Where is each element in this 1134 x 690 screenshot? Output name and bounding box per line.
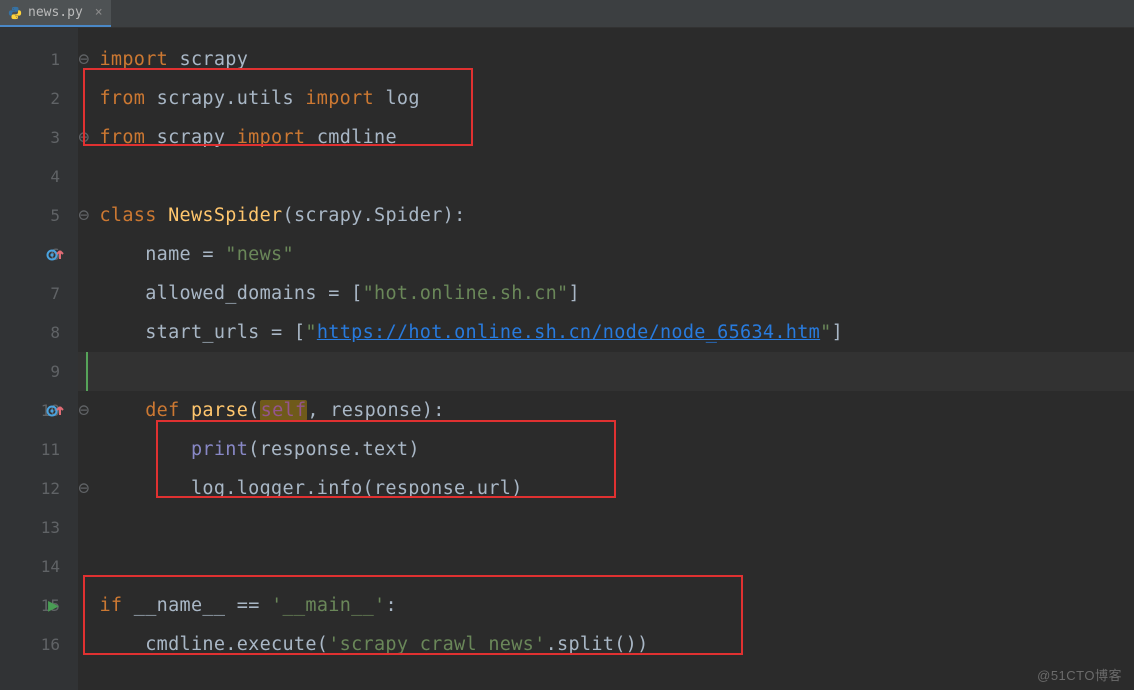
code-line-cursor[interactable] (78, 352, 1134, 391)
line-number[interactable]: 6 (0, 235, 78, 274)
fold-icon[interactable]: ⊖ (79, 406, 89, 416)
line-number[interactable]: 14 (0, 547, 78, 586)
line-number[interactable]: 3 (0, 118, 78, 157)
line-number[interactable]: 4 (0, 157, 78, 196)
code-line[interactable]: ⊖ import scrapy (78, 40, 1134, 79)
code-line[interactable]: allowed_domains = ["hot.online.sh.cn"] (78, 274, 1134, 313)
line-number[interactable]: ▶ 15 (0, 586, 78, 625)
line-number[interactable]: 1 (0, 40, 78, 79)
line-number[interactable]: 7 (0, 274, 78, 313)
fold-icon[interactable]: ⊖ (79, 211, 89, 221)
line-number[interactable]: 8 (0, 313, 78, 352)
code-line[interactable]: from scrapy.utils import log (78, 79, 1134, 118)
code-line[interactable]: ⊖ class NewsSpider(scrapy.Spider): (78, 196, 1134, 235)
fold-icon[interactable]: ⊖ (79, 484, 89, 494)
line-number[interactable]: 9 (0, 352, 78, 391)
code-line[interactable]: cmdline.execute('scrapy crawl news'.spli… (78, 625, 1134, 664)
code-line[interactable]: print(response.text) (78, 430, 1134, 469)
line-number[interactable]: 11 (0, 430, 78, 469)
override-marker-icon[interactable] (46, 248, 64, 262)
code-line[interactable] (78, 508, 1134, 547)
line-number[interactable]: 2 (0, 79, 78, 118)
override-marker-icon[interactable] (46, 404, 64, 418)
line-number[interactable]: 13 (0, 508, 78, 547)
code-line[interactable]: ⊖ from scrapy import cmdline (78, 118, 1134, 157)
line-number[interactable]: 10 (0, 391, 78, 430)
close-icon[interactable]: × (95, 5, 103, 20)
fold-icon[interactable]: ⊖ (79, 55, 89, 65)
tab-filename: news.py (28, 5, 83, 20)
code-editor: 1 2 3 4 5 6 7 8 9 10 11 12 13 14 ▶ 15 16 (0, 28, 1134, 690)
code-line[interactable]: name = "news" (78, 235, 1134, 274)
code-area[interactable]: ⊖ import scrapy from scrapy.utils import… (78, 28, 1134, 690)
code-line[interactable]: if __name__ == '__main__': (78, 586, 1134, 625)
code-line[interactable]: start_urls = ["https://hot.online.sh.cn/… (78, 313, 1134, 352)
watermark-text: @51CTO博客 (1037, 665, 1122, 684)
caret-icon (86, 352, 88, 391)
editor-tab[interactable]: news.py × (0, 0, 111, 27)
fold-icon[interactable]: ⊖ (79, 133, 89, 143)
python-file-icon (8, 6, 22, 20)
line-number[interactable]: 12 (0, 469, 78, 508)
line-number[interactable]: 5 (0, 196, 78, 235)
line-number[interactable]: 16 (0, 625, 78, 664)
code-line[interactable]: ⊖ log.logger.info(response.url) (78, 469, 1134, 508)
run-script-icon[interactable]: ▶ (48, 595, 59, 616)
line-gutter: 1 2 3 4 5 6 7 8 9 10 11 12 13 14 ▶ 15 16 (0, 28, 78, 690)
code-line[interactable] (78, 547, 1134, 586)
tab-bar: news.py × (0, 0, 1134, 28)
code-line[interactable]: ⊖ def parse(self, response): (78, 391, 1134, 430)
code-line[interactable] (78, 157, 1134, 196)
